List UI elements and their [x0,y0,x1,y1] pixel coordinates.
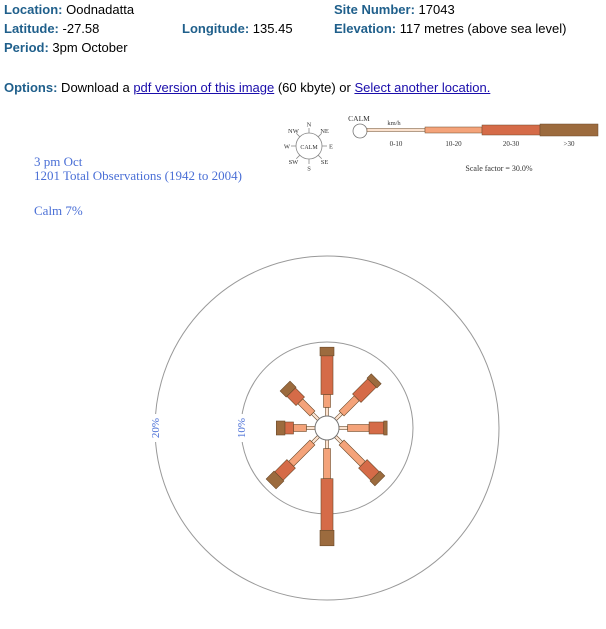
bar-e-10-20 [347,424,370,432]
bar-s-20-30 [320,478,334,531]
compass-label-n: N [307,122,312,129]
legend-swatch-10-20 [424,126,483,134]
compass-label-sw: SW [289,159,300,166]
calm-circle [314,415,340,441]
bar-ne-10-20 [338,395,360,417]
bar-w-20-30 [284,421,294,435]
bar-n-0-10 [325,407,329,417]
compass-label-e: E [329,144,333,151]
legend-swatch-0-10 [366,128,426,132]
legend-label-gt30: >30 [564,140,575,148]
bar-s-10-20 [323,448,331,480]
ring-label-20: 20% [150,418,162,438]
legend-calm-circle [352,123,368,139]
bar-w-gt30 [275,420,286,436]
bar-w-0-10 [306,426,316,430]
compass-label-ne: NE [320,128,329,135]
compass-calm-label: CALM [300,145,318,151]
legend-units: km/h [387,120,401,127]
legend-label-10-20: 10-20 [445,140,462,148]
bar-s-0-10 [325,439,329,449]
bar-n-10-20 [323,394,331,408]
legend-scale-factor: Scale factor = 30.0% [465,164,532,173]
bar-n-20-30 [320,355,334,395]
wind-rose-chart: 10% 20% CALM N NE E SE S SW W NW CALM km/h 0-10 10-20 2… [148,114,599,601]
bar-e-gt30 [383,420,388,436]
legend-label-0-10: 0-10 [390,140,403,148]
compass-label-se: SE [321,159,329,166]
ring-label-10: 10% [236,418,248,438]
legend-swatch-20-30 [481,124,541,136]
legend-swatch-gt30 [539,123,599,137]
legend-label-20-30: 20-30 [503,140,520,148]
bar-s-gt30 [319,529,335,547]
bar-w-10-20 [293,424,307,432]
bar-n-gt30 [319,346,335,357]
bar-sw-10-20 [288,439,316,467]
bar-se-10-20 [338,439,366,467]
legend-calm-label: CALM [348,114,370,123]
bar-e-0-10 [338,426,348,430]
compass-label-w: W [284,144,291,151]
bar-e-20-30 [368,421,385,435]
compass-label-nw: NW [288,128,300,135]
compass-label-s: S [307,166,311,173]
